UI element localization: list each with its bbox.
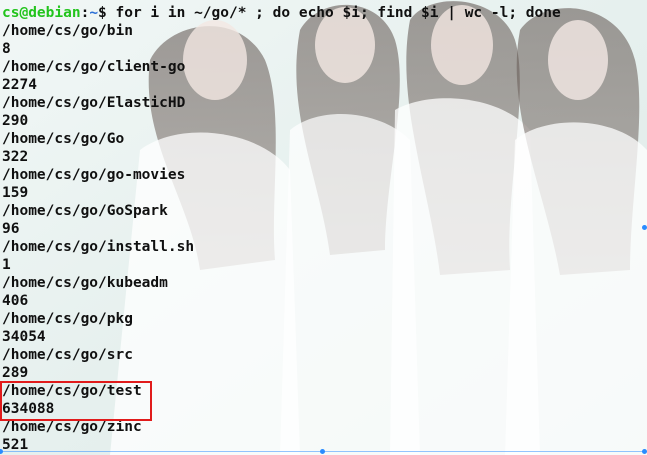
selection-handle-bottom-middle[interactable]	[320, 449, 325, 454]
prompt-user: cs@debian	[2, 5, 81, 21]
output-line: /home/cs/go/bin	[2, 23, 133, 39]
prompt-separator: :	[80, 5, 90, 21]
output-line: /home/cs/go/go-movies	[2, 167, 186, 183]
output-line: 322	[2, 149, 29, 165]
prompt-symbol: $	[98, 5, 107, 21]
output-line: 290	[2, 113, 29, 129]
command-line: cs@debian:~$ for i in ~/go/* ; do echo $…	[2, 4, 561, 22]
output-line: 96	[2, 221, 20, 237]
output-line: 289	[2, 365, 29, 381]
terminal-window[interactable]: cs@debian:~$ for i in ~/go/* ; do echo $…	[0, 0, 647, 455]
output-line: /home/cs/go/GoSpark	[2, 203, 168, 219]
highlight-annotation-box	[0, 381, 152, 421]
output-line: /home/cs/go/client-go	[2, 59, 186, 75]
output-line: /home/cs/go/ElasticHD	[2, 95, 186, 111]
output-line: 159	[2, 185, 29, 201]
command-text: for i in ~/go/* ; do echo $i; find $i | …	[106, 5, 561, 21]
output-line: /home/cs/go/Go	[2, 131, 125, 147]
output-line: 34054	[2, 329, 46, 345]
output-line: /home/cs/go/src	[2, 347, 133, 363]
selection-handle-bottom-right[interactable]	[642, 449, 647, 454]
output-line: 1	[2, 257, 11, 273]
output-line: 2274	[2, 77, 37, 93]
prompt-path: ~	[89, 5, 99, 21]
output-line: /home/cs/go/install.sh	[2, 239, 195, 255]
output-line: 406	[2, 293, 29, 309]
output-line: /home/cs/go/pkg	[2, 311, 133, 327]
output-line: 8	[2, 41, 11, 57]
output-line: /home/cs/go/kubeadm	[2, 275, 168, 291]
selection-handle-right-middle[interactable]	[642, 225, 647, 230]
